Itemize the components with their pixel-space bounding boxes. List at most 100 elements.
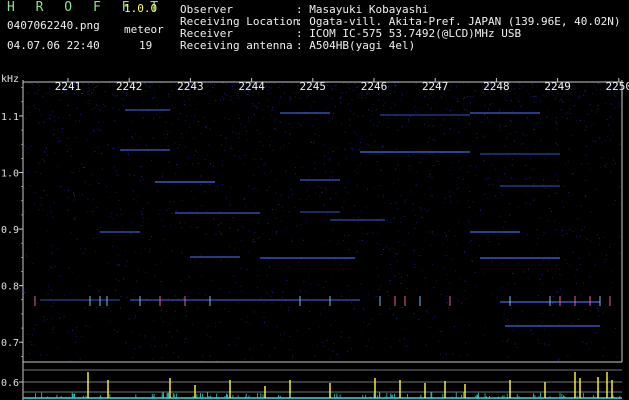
noise-speck	[109, 196, 111, 198]
noise-speck	[501, 194, 503, 196]
noise-speck	[200, 175, 201, 177]
noise-speck	[532, 86, 534, 88]
noise-speck	[569, 299, 571, 301]
noise-speck	[94, 107, 96, 109]
noise-speck	[326, 108, 327, 110]
noise-speck	[96, 105, 98, 107]
noise-speck	[107, 144, 109, 146]
noise-speck	[52, 332, 54, 334]
noise-speck	[554, 98, 556, 100]
noise-speck	[592, 124, 594, 126]
noise-speck	[432, 153, 434, 155]
noise-speck	[106, 186, 108, 187]
noise-speck	[417, 302, 419, 303]
noise-speck	[112, 218, 114, 220]
noise-speck	[574, 104, 576, 106]
noise-speck	[193, 155, 195, 157]
noise-speck	[267, 99, 269, 100]
noise-speck	[139, 346, 141, 348]
noise-speck	[597, 308, 598, 310]
noise-speck	[142, 220, 144, 222]
noise-speck	[461, 302, 462, 304]
noise-speck	[543, 231, 545, 233]
noise-speck	[580, 205, 582, 207]
noise-speck	[444, 266, 446, 268]
noise-speck	[618, 101, 620, 103]
noise-speck	[511, 84, 513, 86]
noise-speck	[51, 267, 52, 269]
noise-speck	[323, 163, 325, 165]
noise-speck	[589, 276, 591, 278]
noise-speck	[444, 197, 446, 199]
noise-speck	[567, 160, 569, 162]
noise-speck	[469, 191, 471, 193]
noise-speck	[81, 194, 83, 196]
noise-speck	[206, 334, 208, 336]
noise-speck	[33, 328, 34, 330]
noise-speck	[606, 119, 608, 121]
noise-speck	[310, 142, 312, 144]
noise-speck	[40, 204, 42, 206]
noise-speck	[590, 211, 592, 213]
noise-speck	[413, 313, 415, 315]
noise-speck	[448, 282, 450, 284]
noise-speck	[396, 148, 397, 150]
noise-speck	[463, 108, 465, 110]
noise-speck	[109, 215, 111, 217]
noise-speck	[224, 117, 226, 119]
noise-speck	[341, 331, 343, 333]
noise-speck	[115, 289, 116, 291]
noise-speck	[558, 323, 560, 325]
noise-speck	[276, 326, 278, 328]
noise-speck	[87, 211, 89, 213]
noise-speck	[162, 239, 164, 241]
noise-speck	[455, 244, 457, 246]
noise-speck	[272, 292, 273, 293]
noise-speck	[506, 137, 508, 139]
noise-speck	[324, 306, 326, 308]
noise-speck	[244, 155, 246, 157]
noise-speck	[168, 297, 170, 299]
noise-speck	[134, 252, 136, 254]
noise-speck	[348, 234, 350, 236]
noise-speck	[351, 99, 353, 101]
noise-speck	[286, 228, 288, 230]
noise-speck	[510, 100, 512, 102]
noise-speck	[387, 291, 389, 293]
noise-speck	[186, 115, 188, 117]
noise-speck	[192, 163, 194, 165]
noise-speck	[418, 319, 420, 321]
noise-speck	[361, 232, 363, 234]
noise-speck	[332, 350, 334, 352]
noise-speck	[492, 184, 494, 186]
noise-speck	[210, 163, 211, 165]
noise-speck	[185, 163, 187, 165]
noise-speck	[413, 107, 415, 109]
noise-speck	[373, 124, 375, 126]
noise-speck	[185, 119, 187, 121]
noise-speck	[252, 103, 254, 105]
noise-speck	[613, 159, 614, 161]
noise-speck	[140, 180, 141, 182]
noise-speck	[69, 148, 71, 150]
noise-speck	[486, 117, 488, 119]
noise-speck	[468, 84, 470, 86]
noise-speck	[289, 349, 290, 350]
noise-speck	[181, 199, 183, 201]
noise-speck	[533, 123, 535, 125]
noise-speck	[510, 307, 512, 309]
noise-speck	[297, 123, 299, 125]
noise-speck	[225, 196, 227, 198]
noise-speck	[178, 356, 179, 358]
noise-speck	[39, 85, 41, 87]
noise-speck	[387, 117, 389, 119]
noise-speck	[46, 354, 48, 356]
noise-speck	[140, 166, 142, 167]
noise-speck	[238, 95, 240, 97]
noise-speck	[200, 262, 202, 264]
noise-speck	[614, 200, 616, 202]
noise-speck	[426, 310, 428, 312]
noise-speck	[120, 296, 122, 297]
noise-speck	[226, 94, 228, 96]
noise-speck	[360, 329, 362, 331]
